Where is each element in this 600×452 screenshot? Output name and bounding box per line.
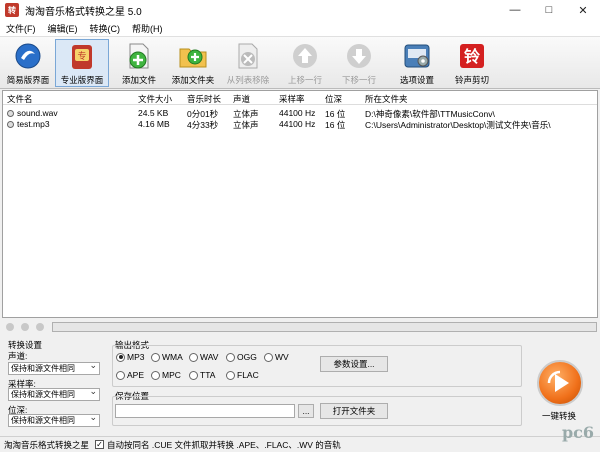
arrow-down-icon	[344, 41, 374, 71]
table-row[interactable]: test.mp3 4.16 MB 4分33秒 立体声 44100 Hz 16 位…	[3, 119, 597, 130]
col-samplerate[interactable]: 采样率	[279, 93, 305, 105]
format-ogg-radio[interactable]: OGG	[226, 352, 257, 362]
play-arrow-icon	[547, 370, 569, 392]
save-path-input[interactable]	[115, 404, 295, 418]
format-flac-radio[interactable]: FLAC	[226, 370, 259, 380]
channel-select[interactable]: 保持和源文件相同	[8, 360, 100, 375]
channel-label: 声道:	[8, 351, 28, 361]
menu-bar: 文件(F) 编辑(E) 转换(C) 帮助(H)	[0, 20, 600, 37]
radio-icon	[116, 370, 125, 380]
radio-icon	[189, 352, 198, 362]
bitdepth-select[interactable]: 保持和源文件相同	[8, 412, 100, 427]
remove-from-list-button[interactable]: 从列表移除	[224, 39, 272, 87]
menu-convert[interactable]: 转换(C)	[84, 22, 127, 35]
one-click-convert-label: 一键转换	[542, 411, 577, 421]
browse-button[interactable]: ...	[298, 404, 314, 418]
progress-row	[0, 320, 600, 334]
conversion-progress-bar	[52, 322, 597, 332]
format-tta-radio[interactable]: TTA	[189, 370, 215, 380]
move-up-button[interactable]: 上移一行	[282, 39, 328, 87]
toolbar: 简易版界面 专 专业版界面 添加文件 添加文件夹 从列表移除 上移一行 下移一行…	[0, 37, 600, 89]
add-file-icon	[124, 41, 154, 71]
samplerate-select[interactable]: 保持和源文件相同	[8, 386, 100, 401]
col-duration[interactable]: 音乐时长	[187, 93, 221, 105]
status-app-name: 淘淘音乐格式转换之星	[4, 439, 90, 450]
app-icon: 转	[5, 3, 19, 17]
auto-cue-checkbox[interactable]: ✓	[95, 440, 105, 449]
ringtone-icon: 铃	[457, 41, 487, 71]
add-folder-icon	[178, 41, 208, 71]
file-list-table[interactable]: 文件名 文件大小 音乐时长 声道 采样率 位深 所在文件夹 sound.wav …	[2, 90, 598, 318]
radio-icon	[226, 370, 235, 380]
radio-icon	[151, 370, 160, 380]
add-folder-button[interactable]: 添加文件夹	[168, 39, 218, 87]
options-button[interactable]: 选项设置	[394, 39, 440, 87]
audio-file-icon	[7, 110, 14, 117]
status-dot	[21, 323, 29, 331]
svg-text:专: 专	[77, 50, 86, 62]
format-mpc-radio[interactable]: MPC	[151, 370, 181, 380]
col-channel[interactable]: 声道	[233, 93, 250, 105]
watermark-logo: pc6	[561, 423, 594, 442]
maximize-button[interactable]: □	[532, 0, 566, 20]
table-row[interactable]: sound.wav 24.5 KB 0分01秒 立体声 44100 Hz 16 …	[3, 108, 597, 119]
menu-file[interactable]: 文件(F)	[0, 22, 42, 35]
radio-icon	[151, 352, 160, 362]
audio-file-icon	[7, 121, 14, 128]
format-wav-radio[interactable]: WAV	[189, 352, 218, 362]
minimize-button[interactable]: —	[498, 0, 532, 20]
radio-selected-icon	[116, 352, 125, 362]
globe-swirl-icon	[13, 41, 43, 71]
radio-icon	[264, 352, 273, 362]
simple-view-button[interactable]: 简易版界面	[4, 39, 52, 87]
title-bar: 转 淘淘音乐格式转换之星 5.0 — □ ✕	[0, 0, 600, 20]
menu-help[interactable]: 帮助(H)	[126, 22, 169, 35]
col-filesize[interactable]: 文件大小	[138, 93, 172, 105]
conversion-panel: 转换设置 声道: 保持和源文件相同 采样率: 保持和源文件相同 位深: 保持和源…	[0, 336, 600, 436]
status-dot	[6, 323, 14, 331]
format-ape-radio[interactable]: APE	[116, 370, 144, 380]
col-filename[interactable]: 文件名	[7, 93, 33, 105]
close-button[interactable]: ✕	[566, 0, 600, 20]
svg-text:铃: 铃	[464, 47, 480, 66]
remove-file-icon	[233, 41, 263, 71]
radio-icon	[226, 352, 235, 362]
menu-edit[interactable]: 编辑(E)	[42, 22, 84, 35]
open-folder-button[interactable]: 打开文件夹	[320, 403, 388, 419]
pro-view-button[interactable]: 专 专业版界面	[55, 39, 109, 87]
format-wma-radio[interactable]: WMA	[151, 352, 183, 362]
arrow-up-icon	[290, 41, 320, 71]
ringtone-cut-button[interactable]: 铃 铃声剪切	[450, 39, 494, 87]
auto-cue-label[interactable]: 自动按同名 .CUE 文件抓取并转换 .APE、.FLAC、.WV 的音轨	[107, 439, 341, 451]
book-icon: 专	[67, 42, 97, 71]
one-click-convert-button[interactable]	[537, 360, 583, 406]
col-bitdepth[interactable]: 位深	[325, 93, 342, 105]
status-dot	[36, 323, 44, 331]
add-file-button[interactable]: 添加文件	[116, 39, 162, 87]
radio-icon	[189, 370, 198, 380]
settings-app-icon	[402, 41, 432, 71]
format-wv-radio[interactable]: WV	[264, 352, 289, 362]
move-down-button[interactable]: 下移一行	[336, 39, 382, 87]
params-settings-button[interactable]: 参数设置...	[320, 356, 388, 372]
col-folder[interactable]: 所在文件夹	[365, 93, 408, 105]
window-title: 淘淘音乐格式转换之星 5.0	[25, 6, 142, 18]
table-header: 文件名 文件大小 音乐时长 声道 采样率 位深 所在文件夹	[3, 91, 597, 105]
status-bar: 淘淘音乐格式转换之星 ✓ 自动按同名 .CUE 文件抓取并转换 .APE、.FL…	[0, 436, 600, 452]
format-mp3-radio[interactable]: MP3	[116, 352, 144, 362]
